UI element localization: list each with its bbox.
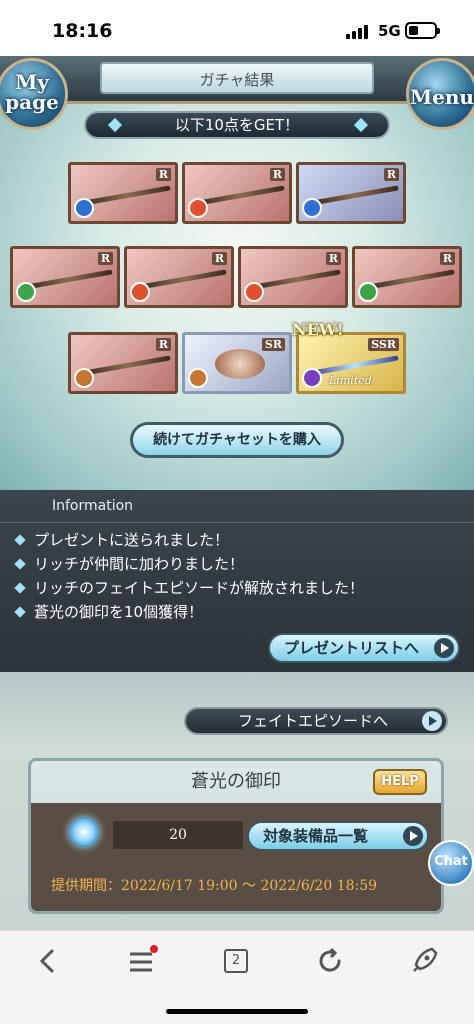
result-item-4[interactable]: R — [10, 246, 120, 308]
fate-episode-button[interactable]: フェイトエピソードへ — [184, 707, 448, 735]
new-badge: NEW! — [292, 320, 344, 339]
divider — [0, 522, 474, 523]
reload-icon[interactable] — [312, 943, 348, 979]
character-portrait — [311, 355, 399, 376]
signal-icon — [346, 25, 370, 39]
present-list-label: プレゼントリストへ — [284, 639, 420, 657]
result-item-5[interactable]: R — [124, 246, 234, 308]
weapon-art — [83, 355, 171, 376]
result-banner-text: 以下10点をGET！ — [174, 116, 300, 134]
list-item: リッチのフェイトエピソードが解放されました！ — [14, 576, 364, 600]
information-heading: Information — [52, 498, 134, 514]
page-title: ガチャ結果 — [100, 62, 374, 94]
status-time: 18:16 — [52, 20, 113, 42]
character-portrait — [215, 349, 265, 379]
summon-art — [311, 185, 399, 206]
list-item: リッチが仲間に加わりました！ — [14, 552, 364, 576]
menu-icon[interactable] — [124, 943, 160, 979]
battery-icon — [405, 22, 440, 39]
rarity-badge: R — [155, 338, 171, 351]
result-item-3[interactable]: R — [296, 162, 406, 224]
water-element-icon — [302, 198, 322, 218]
information-list: プレゼントに送られました！ リッチが仲間に加わりました！ リッチのフェイトエピソ… — [14, 528, 364, 624]
network-type: 5G — [378, 22, 401, 40]
back-icon[interactable] — [30, 943, 66, 979]
equipment-list-button[interactable]: 対象装備品一覧 — [247, 821, 429, 851]
weapon-art — [197, 185, 285, 206]
equipment-list-label: 対象装備品一覧 — [263, 827, 369, 845]
status-bar: 18:16 5G — [0, 0, 474, 60]
result-item-8[interactable]: R — [68, 332, 178, 394]
tab-count: 2 — [224, 949, 248, 973]
rarity-badge: SSR — [368, 338, 399, 351]
rocket-icon[interactable] — [406, 943, 442, 979]
water-element-icon — [74, 198, 94, 218]
play-arrow-icon — [403, 826, 423, 846]
present-list-button[interactable]: プレゼントリストへ — [268, 633, 460, 663]
weapon-art — [253, 269, 341, 290]
gacha-result-screen: ガチャ結果 My page Menu 以下10点をGET！ R R R R R — [0, 56, 474, 490]
rarity-badge: SR — [261, 338, 285, 351]
wind-element-icon — [16, 282, 36, 302]
fire-element-icon — [130, 282, 150, 302]
my-page-label-line2: page — [5, 90, 59, 114]
rarity-badge: R — [211, 252, 227, 265]
result-item-2[interactable]: R — [182, 162, 292, 224]
rarity-badge: R — [269, 168, 285, 181]
fire-element-icon — [244, 282, 264, 302]
weapon-art — [139, 269, 227, 290]
earth-element-icon — [188, 368, 208, 388]
earth-element-icon — [74, 368, 94, 388]
top-header-bar: ガチャ結果 — [0, 56, 474, 104]
diamond-icon — [107, 117, 123, 133]
home-indicator[interactable] — [166, 1009, 308, 1014]
fire-element-icon — [188, 198, 208, 218]
seal-star-icon — [69, 817, 99, 847]
lower-section: フェイトエピソードへ 蒼光の御印 HELP 20 対象装備品一覧 提供期間：20… — [0, 672, 474, 930]
limited-label: Limited — [329, 374, 372, 387]
offer-period: 提供期間：2022/6/17 19:00 〜 2022/6/20 18:59 — [51, 878, 378, 894]
seal-quantity: 20 — [113, 821, 243, 849]
help-button[interactable]: HELP — [373, 769, 427, 795]
result-item-1[interactable]: R — [68, 162, 178, 224]
rarity-badge: R — [383, 168, 399, 181]
result-item-7[interactable]: R — [352, 246, 462, 308]
continue-gacha-button[interactable]: 続けてガチャセットを購入 — [130, 422, 344, 458]
chat-button[interactable]: Chat — [428, 840, 474, 886]
rarity-badge: R — [97, 252, 113, 265]
rarity-badge: R — [439, 252, 455, 265]
rarity-badge: R — [325, 252, 341, 265]
diamond-icon — [353, 117, 369, 133]
information-panel: Information プレゼントに送られました！ リッチが仲間に加わりました！… — [0, 490, 474, 672]
browser-toolbar: 2 — [0, 930, 474, 1024]
weapon-art — [25, 269, 113, 290]
result-item-6[interactable]: R — [238, 246, 348, 308]
seal-card: 蒼光の御印 HELP 20 対象装備品一覧 提供期間：2022/6/17 19:… — [28, 758, 444, 914]
weapon-art — [83, 185, 171, 206]
result-item-9[interactable]: SR — [182, 332, 292, 394]
list-item: 蒼光の御印を10個獲得！ — [14, 600, 364, 624]
my-page-label-line1: My — [15, 70, 49, 94]
weapon-art — [367, 269, 455, 290]
list-item: プレゼントに送られました！ — [14, 528, 364, 552]
dark-element-icon — [302, 368, 322, 388]
tabs-button[interactable]: 2 — [218, 943, 254, 979]
fate-episode-label: フェイトエピソードへ — [238, 712, 389, 730]
play-arrow-icon — [434, 638, 454, 658]
my-page-button[interactable]: My page — [0, 58, 68, 130]
play-arrow-icon — [422, 711, 442, 731]
result-item-10[interactable]: SSR Limited — [296, 332, 406, 394]
wind-element-icon — [358, 282, 378, 302]
rarity-badge: R — [155, 168, 171, 181]
result-banner: 以下10点をGET！ — [84, 111, 390, 139]
menu-button[interactable]: Menu — [406, 58, 474, 130]
